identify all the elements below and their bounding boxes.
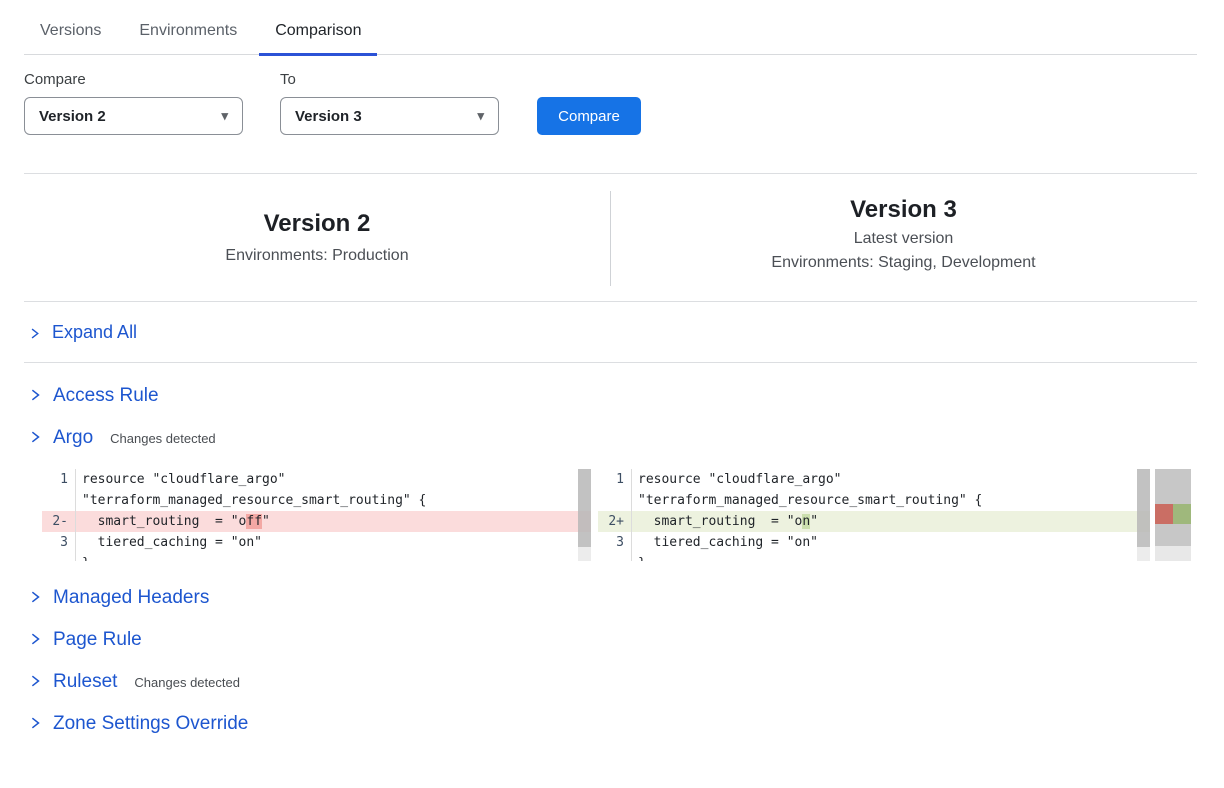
tab-versions[interactable]: Versions	[24, 12, 117, 54]
diff-row: }	[42, 553, 591, 561]
added-marker	[1173, 504, 1191, 524]
section-zone-settings-override[interactable]: Zone Settings Override	[24, 703, 1197, 745]
diff-row: }	[598, 553, 1150, 561]
section-argo[interactable]: Argo Changes detected	[24, 417, 1197, 459]
tab-comparison[interactable]: Comparison	[259, 12, 377, 54]
section-ruleset[interactable]: Ruleset Changes detected	[24, 661, 1197, 703]
version-left-title: Version 2	[24, 210, 610, 238]
compare-form: Compare Version 2 ▾ To Version 3 ▾ Compa…	[24, 71, 1197, 135]
section-managed-headers[interactable]: Managed Headers	[24, 577, 1197, 619]
chevron-right-icon	[28, 674, 42, 688]
line-number	[42, 553, 76, 561]
removed-marker	[1155, 504, 1173, 524]
code-line: }	[76, 553, 591, 561]
code-line: smart_routing = "on"	[632, 511, 1150, 532]
line-number: 1	[598, 469, 632, 490]
resource-sections: Access Rule Argo Changes detected 1resou…	[24, 375, 1197, 745]
scrollbar-track	[578, 547, 591, 561]
tab-bar: Versions Environments Comparison	[24, 0, 1197, 55]
diff-row: 3 tiered_caching = "on"	[42, 532, 591, 553]
line-number: 2+	[598, 511, 632, 532]
version-left-header: Version 2 Environments: Production	[24, 174, 610, 301]
version-right-header: Version 3 Latest version Environments: S…	[610, 174, 1197, 301]
tab-environments[interactable]: Environments	[123, 12, 253, 54]
compare-from-value: Version 2	[39, 108, 106, 125]
line-number: 3	[42, 532, 76, 553]
section-label: Access Rule	[53, 385, 159, 407]
line-number: 3	[598, 532, 632, 553]
diff-map-track-bottom	[1155, 546, 1191, 561]
diff-row: 1resource "cloudflare_argo"	[598, 469, 1150, 490]
compare-from-dropdown[interactable]: Version 2 ▾	[24, 97, 243, 135]
chevron-right-icon	[28, 430, 42, 444]
scrollbar-thumb[interactable]	[578, 469, 591, 547]
section-access-rule[interactable]: Access Rule	[24, 375, 1197, 417]
diff-panel-right: 1resource "cloudflare_argo""terraform_ma…	[598, 469, 1150, 561]
code-line: tiered_caching = "on"	[76, 532, 591, 553]
line-number: 2-	[42, 511, 76, 532]
section-label: Ruleset	[53, 671, 117, 693]
code-line: "terraform_managed_resource_smart_routin…	[632, 490, 1150, 511]
line-number	[598, 490, 632, 511]
expand-all-button[interactable]: Expand All	[24, 302, 1197, 362]
compare-to-value: Version 3	[295, 108, 362, 125]
scrollbar-track	[1137, 547, 1150, 561]
compare-label: Compare	[24, 71, 243, 88]
chevron-down-icon: ▾	[477, 108, 484, 124]
diff-row: 2- smart_routing = "off"	[42, 511, 591, 532]
section-label: Argo	[53, 427, 93, 449]
compare-field: Compare Version 2 ▾	[24, 71, 243, 135]
code-line: }	[632, 553, 1150, 561]
version-headers: Version 2 Environments: Production Versi…	[24, 174, 1197, 301]
scrollbar-thumb[interactable]	[1137, 469, 1150, 547]
code-line: smart_routing = "off"	[76, 511, 591, 532]
version-left-environments: Environments: Production	[24, 247, 610, 265]
divider	[24, 362, 1197, 363]
code-line: tiered_caching = "on"	[632, 532, 1150, 553]
diff-overview-map	[1155, 469, 1191, 561]
code-line: "terraform_managed_resource_smart_routin…	[76, 490, 591, 511]
changes-detected-badge: Changes detected	[110, 431, 216, 446]
chevron-right-icon	[28, 632, 42, 646]
vertical-divider	[610, 191, 611, 286]
line-number: 1	[42, 469, 76, 490]
compare-button[interactable]: Compare	[537, 97, 641, 135]
changes-detected-badge: Changes detected	[134, 675, 240, 690]
chevron-down-icon: ▾	[221, 108, 228, 124]
compare-to-dropdown[interactable]: Version 3 ▾	[280, 97, 499, 135]
comparison-page: Versions Environments Comparison Compare…	[0, 0, 1224, 745]
chevron-right-icon	[28, 590, 42, 604]
line-number	[42, 490, 76, 511]
to-field: To Version 3 ▾	[280, 71, 499, 135]
diff-row: 1resource "cloudflare_argo"	[42, 469, 591, 490]
code-line: resource "cloudflare_argo"	[632, 469, 1150, 490]
to-label: To	[280, 71, 499, 88]
section-label: Page Rule	[53, 629, 142, 651]
section-label: Managed Headers	[53, 587, 209, 609]
version-right-subtitle: Latest version	[610, 230, 1197, 248]
version-right-environments: Environments: Staging, Development	[610, 254, 1197, 272]
diff-row: "terraform_managed_resource_smart_routin…	[598, 490, 1150, 511]
version-right-title: Version 3	[610, 196, 1197, 224]
diff-map-change-marker	[1155, 504, 1191, 524]
chevron-right-icon	[28, 327, 41, 340]
chevron-right-icon	[28, 388, 42, 402]
section-page-rule[interactable]: Page Rule	[24, 619, 1197, 661]
chevron-right-icon	[28, 716, 42, 730]
diff-row: "terraform_managed_resource_smart_routin…	[42, 490, 591, 511]
code-line: resource "cloudflare_argo"	[76, 469, 591, 490]
diff-row: 3 tiered_caching = "on"	[598, 532, 1150, 553]
diff-panel-left: 1resource "cloudflare_argo""terraform_ma…	[42, 469, 591, 561]
diff-row: 2+ smart_routing = "on"	[598, 511, 1150, 532]
argo-diff: 1resource "cloudflare_argo""terraform_ma…	[42, 469, 1197, 561]
line-number	[598, 553, 632, 561]
expand-all-label: Expand All	[52, 322, 137, 343]
section-label: Zone Settings Override	[53, 713, 248, 735]
